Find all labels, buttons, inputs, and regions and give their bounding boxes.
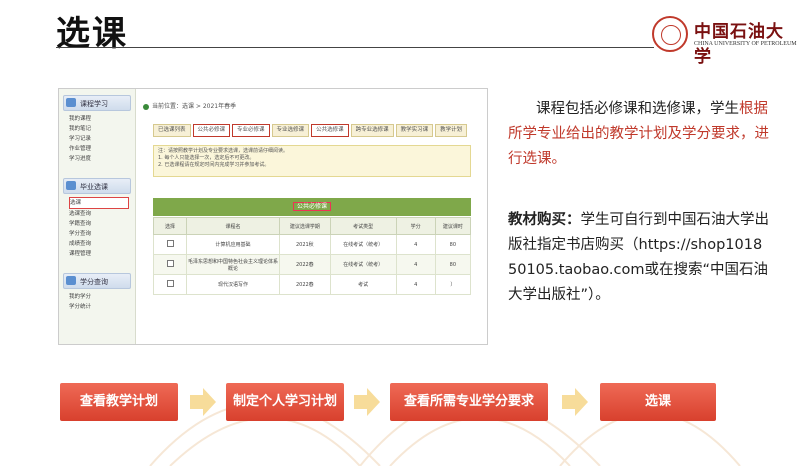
table-row: 毛泽东思想和中国特色社会主义理论体系概论 2022春 在线考试（统考） 4 80 [153,254,472,275]
tab-teaching-plan[interactable]: 教学计划 [435,124,468,137]
breadcrumb: 当前位置：选课 > 2021年春季 [143,101,236,110]
term: 2022春 [279,274,331,295]
step-select-course: 选课 [600,383,716,421]
list-icon [66,181,76,190]
table-row: 计算机应用基础 2021秋 在线考试（统考） 4 80 [153,234,472,255]
sidebar-item[interactable]: 我的课程 [69,114,129,124]
course-name: 计算机应用基础 [186,234,280,255]
table-row: 现代汉语写作 2022春 考试 4 ） [153,274,472,295]
sidebar-item[interactable]: 我的笔记 [69,124,129,134]
column-header: 选择 [153,217,187,235]
logo-name-en: CHINA UNIVERSITY OF PETROLEUM [694,41,797,47]
tab-public-elective[interactable]: 公共选修课 [311,124,349,137]
tab-major-elective[interactable]: 专业选修课 [271,124,310,137]
tab-public-required[interactable]: 公共必修课 [192,124,231,137]
sidebar-item[interactable]: 学习进度 [69,154,129,164]
book-icon [66,98,76,107]
main-panel: 当前位置：选课 > 2021年春季 已选课列表 公共必修课 专业必修课 专业选修… [139,89,487,344]
chart-icon [66,276,76,285]
course-description: 课程包括必修课和选修课，学生根据所学专业给出的教学计划及学分要求，进行选课。 [508,101,769,167]
sidebar-item[interactable]: 课程管理 [69,249,129,259]
hours: ） [434,274,472,295]
sidebar-item[interactable]: 学籍查询 [69,219,129,229]
course-name: 现代汉语写作 [186,274,280,295]
column-header: 课程名 [186,217,280,235]
column-header: 考试类型 [329,217,397,235]
sidebar-item[interactable]: 作业管理 [69,144,129,154]
term: 2021秋 [279,234,331,255]
notice-line: 1. 每个人只能选择一次，选定后不可更改。 [158,155,255,161]
sidebar-item[interactable]: 成绩查询 [69,239,129,249]
sidebar-item[interactable]: 我的学分 [69,292,129,302]
course-table: 选择 课程名 建议选课学期 考试类型 学分 建议课时 计算机应用基础 2021秋… [153,217,472,295]
sidebar-item-selected[interactable]: 选课 [69,197,129,209]
step-view-plan: 查看教学计划 [60,383,178,421]
column-header: 学分 [395,217,436,235]
credits: 4 [395,234,436,255]
exam-type: 在线考试（统考） [329,234,397,255]
exam-type: 考试 [329,274,397,295]
select-checkbox[interactable] [166,280,174,287]
textbook-label: 教材购买： [508,212,581,228]
tab-major-required[interactable]: 专业必修课 [232,124,270,137]
exam-type: 在线考试（统考） [329,254,397,275]
credits: 4 [395,274,436,295]
step-view-credits: 查看所需专业学分要求 [390,383,548,421]
sidebar-item[interactable]: 选课查询 [69,209,129,219]
sidebar: 课程学习 我的课程 我的笔记 学习记录 作业管理 学习进度 毕业选课 选课 选课… [59,89,136,344]
title-divider [56,47,654,48]
sidebar-item[interactable]: 学分查询 [69,229,129,239]
seal-icon [652,16,688,52]
university-logo: 中国石油大学 CHINA UNIVERSITY OF PETROLEUM [652,16,797,67]
term: 2022春 [279,254,331,275]
step-make-plan: 制定个人学习计划 [226,383,344,421]
sidebar-section-courses[interactable]: 课程学习 [63,95,131,111]
table-header-row: 选择 课程名 建议选课学期 考试类型 学分 建议课时 [153,217,472,235]
course-selection-screenshot: 课程学习 我的课程 我的笔记 学习记录 作业管理 学习进度 毕业选课 选课 选课… [58,88,488,345]
tab-selected-list[interactable]: 已选课列表 [153,124,191,137]
arrow-right-icon [354,388,380,416]
notice-box: 注：请按照教学计划及专业要求选课，选课前请仔细阅读。 1. 每个人只能选择一次，… [153,145,471,177]
textbook-purchase-info: 教材购买：学生可自行到中国石油大学出版社指定书店购买（https://shop1… [508,208,770,308]
tab-cross-major-elective[interactable]: 跨专业选修课 [350,124,394,137]
location-icon [143,103,149,110]
select-checkbox[interactable] [166,260,174,267]
credits: 4 [395,254,436,275]
course-type-tabs: 已选课列表 公共必修课 专业必修课 专业选修课 公共选修课 跨专业选修课 教学实… [153,124,468,137]
notice-line: 注：请按照教学计划及专业要求选课，选课前请仔细阅读。 [158,148,289,154]
select-checkbox[interactable] [166,240,174,247]
sidebar-item[interactable]: 学习记录 [69,134,129,144]
arrow-right-icon [562,388,588,416]
tab-practice[interactable]: 教学实习课 [395,124,434,137]
arrow-right-icon [190,388,216,416]
notice-line: 2. 已选课程请在规定时间内完成学习并参加考试。 [158,162,270,168]
column-header: 建议选课学期 [279,217,331,235]
table-title: 公共必修课 [153,198,471,216]
sidebar-item[interactable]: 学分统计 [69,302,129,312]
sidebar-section-credits[interactable]: 学分查询 [63,273,131,289]
hours: 80 [434,234,472,255]
hours: 80 [434,254,472,275]
column-header: 建议课时 [434,217,472,235]
sidebar-section-selection[interactable]: 毕业选课 [63,178,131,194]
course-name: 毛泽东思想和中国特色社会主义理论体系概论 [186,254,280,275]
